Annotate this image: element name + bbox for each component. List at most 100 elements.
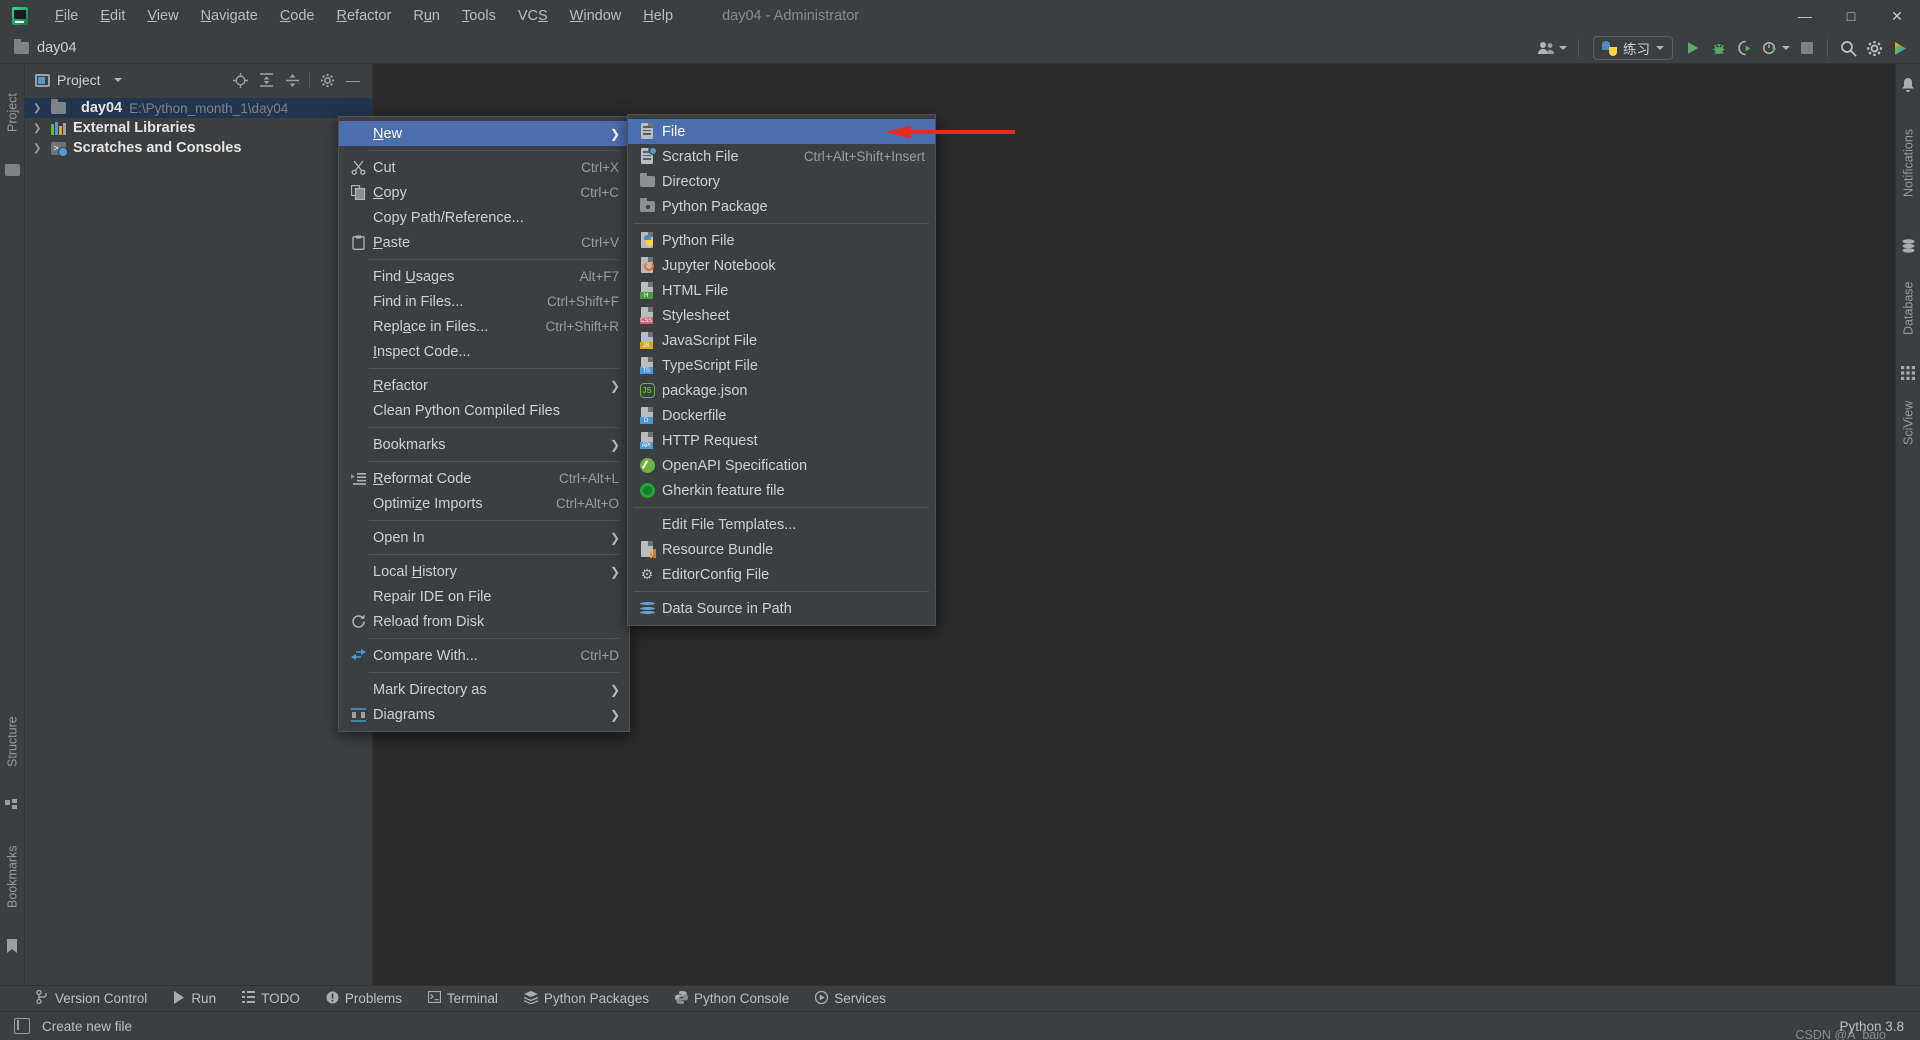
hide-icon[interactable]: —	[342, 69, 364, 91]
new-submenu-item-gherkin-feature-file[interactable]: Gherkin feature file	[628, 478, 935, 503]
context-menu-item-compare-with[interactable]: Compare With... Ctrl+D	[339, 643, 629, 668]
menu-file[interactable]: File	[44, 0, 89, 32]
run-configuration-selector[interactable]: 练习	[1593, 36, 1673, 60]
chevron-right-icon[interactable]: ❯	[33, 143, 41, 154]
new-submenu-item-stylesheet[interactable]: CSS Stylesheet	[628, 303, 935, 328]
new-submenu-item-package-json[interactable]: JS package.json	[628, 378, 935, 403]
minimize-icon[interactable]: —	[1782, 0, 1828, 32]
chevron-right-icon[interactable]: ❯	[33, 123, 41, 134]
expand-all-icon[interactable]	[255, 69, 277, 91]
gear-icon[interactable]	[316, 69, 338, 91]
tool-window-version-control[interactable]: Version Control	[36, 989, 147, 1007]
debug-icon[interactable]	[1707, 36, 1731, 60]
context-menu-item-reformat-code[interactable]: Reformat Code Ctrl+Alt+L	[339, 466, 629, 491]
new-submenu-item-html-file[interactable]: H HTML File	[628, 278, 935, 303]
context-menu[interactable]: New ❯ Cut Ctrl+X Copy Ctrl+C Copy Path/Referen…	[338, 116, 630, 732]
context-menu-item-replace-in-files[interactable]: Replace in Files... Ctrl+Shift+R	[339, 314, 629, 339]
watermark: CSDN @A_baio	[1795, 1028, 1886, 1040]
new-submenu-item-data-source-in-path[interactable]: Data Source in Path	[628, 596, 935, 621]
tool-window-run[interactable]: Run	[173, 990, 216, 1007]
run-with-coverage-icon[interactable]	[1733, 36, 1757, 60]
context-menu-item-paste[interactable]: Paste Ctrl+V	[339, 230, 629, 255]
new-submenu-item-typescript-file[interactable]: TS TypeScript File	[628, 353, 935, 378]
chevron-right-icon[interactable]: ❯	[33, 103, 41, 114]
menu-vcs[interactable]: VCS	[507, 0, 559, 32]
menu-refactor[interactable]: Refactor	[326, 0, 403, 32]
context-menu-item-inspect-code[interactable]: Inspect Code...	[339, 339, 629, 364]
context-menu-item-open-in[interactable]: Open In ❯	[339, 525, 629, 550]
menu-window[interactable]: Window	[559, 0, 633, 32]
profile-icon[interactable]	[1759, 36, 1793, 60]
new-submenu-item-edit-file-templates[interactable]: Edit File Templates...	[628, 512, 935, 537]
context-menu-item-bookmarks[interactable]: Bookmarks ❯	[339, 432, 629, 457]
chevron-down-icon[interactable]	[113, 78, 122, 82]
menu-bar[interactable]: File Edit View Navigate Code Refactor Run Tools…	[44, 0, 684, 32]
tool-window-terminal[interactable]: Terminal	[427, 990, 498, 1006]
context-menu-item-optimize-imports[interactable]: Optimize Imports Ctrl+Alt+O	[339, 491, 629, 516]
new-submenu-item-resource-bundle[interactable]: Resource Bundle	[628, 537, 935, 562]
context-menu-item-find-in-files[interactable]: Find in Files... Ctrl+Shift+F	[339, 289, 629, 314]
sidebar-item-notifications[interactable]: Notifications	[1896, 98, 1920, 228]
context-menu-item-local-history[interactable]: Local History ❯	[339, 559, 629, 584]
menu-help[interactable]: Help	[632, 0, 684, 32]
new-submenu-item-openapi-specification[interactable]: OpenAPI Specification	[628, 453, 935, 478]
context-menu-item-new[interactable]: New ❯	[339, 121, 629, 146]
tool-window-python-console[interactable]: Python Console	[674, 990, 789, 1007]
locate-icon[interactable]	[229, 69, 251, 91]
breadcrumb[interactable]: day04	[14, 38, 77, 56]
close-icon[interactable]: ✕	[1874, 0, 1920, 32]
sidebar-item-database[interactable]: Database	[1896, 260, 1920, 356]
new-submenu-item-dockerfile[interactable]: D Dockerfile	[628, 403, 935, 428]
context-menu-item-repair-ide-on-file[interactable]: Repair IDE on File	[339, 584, 629, 609]
new-submenu-item-python-file[interactable]: Python File	[628, 228, 935, 253]
account-icon[interactable]	[1535, 36, 1570, 60]
new-submenu[interactable]: File Scratch File Ctrl+Alt+Shift+Insert Dir…	[627, 114, 936, 626]
project-tree[interactable]: ❯ day04 E:\Python_month_1\day04 ❯ External L…	[25, 96, 372, 158]
sidebar-item-bookmarks[interactable]: Bookmarks	[0, 824, 25, 929]
new-submenu-item-python-package[interactable]: Python Package	[628, 194, 935, 219]
maximize-icon[interactable]: □	[1828, 0, 1874, 32]
run-icon[interactable]	[1681, 36, 1705, 60]
new-submenu-item-directory[interactable]: Directory	[628, 169, 935, 194]
window-controls[interactable]: — □ ✕	[1782, 0, 1920, 32]
context-menu-item-copy-path-reference[interactable]: Copy Path/Reference...	[339, 205, 629, 230]
collapse-all-icon[interactable]	[281, 69, 303, 91]
tool-window-problems[interactable]: Problems	[326, 991, 402, 1007]
context-menu-item-diagrams[interactable]: Diagrams ❯	[339, 702, 629, 727]
new-submenu-item-javascript-file[interactable]: JS JavaScript File	[628, 328, 935, 353]
new-submenu-item-editorconfig-file[interactable]: ⚙ EditorConfig File	[628, 562, 935, 587]
context-menu-item-clean-python-compiled-files[interactable]: Clean Python Compiled Files	[339, 398, 629, 423]
context-menu-item-cut[interactable]: Cut Ctrl+X	[339, 155, 629, 180]
sidebar-item-sciview-label: SciView	[1901, 400, 1916, 446]
context-menu-item-mark-directory-as[interactable]: Mark Directory as ❯	[339, 677, 629, 702]
stop-icon[interactable]	[1795, 36, 1819, 60]
tool-window-services[interactable]: Services	[815, 990, 886, 1007]
context-menu-item-copy[interactable]: Copy Ctrl+C	[339, 180, 629, 205]
project-panel-title[interactable]: Project	[35, 72, 122, 88]
context-menu-item-refactor[interactable]: Refactor ❯	[339, 373, 629, 398]
tree-node-external-libraries[interactable]: ❯ External Libraries	[25, 118, 372, 138]
context-menu-item-reload-from-disk[interactable]: Reload from Disk	[339, 609, 629, 634]
new-submenu-item-jupyter-notebook[interactable]: Jupyter Notebook	[628, 253, 935, 278]
menu-run[interactable]: Run	[402, 0, 451, 32]
sidebar-item-sciview[interactable]: SciView	[1896, 386, 1920, 460]
tool-window-todo[interactable]: TODO	[242, 991, 300, 1006]
sidebar-item-project[interactable]: Project	[0, 68, 25, 158]
tree-node-scratches-and-consoles[interactable]: ❯ >_ Scratches and Consoles	[25, 138, 372, 158]
new-submenu-item-scratch-file[interactable]: Scratch File Ctrl+Alt+Shift+Insert	[628, 144, 935, 169]
tool-window-bar[interactable]: Version Control Run TODO Problems Terminal Py…	[0, 985, 1920, 1011]
menu-view[interactable]: View	[136, 0, 189, 32]
gear-icon[interactable]	[1862, 36, 1886, 60]
menu-edit[interactable]: Edit	[89, 0, 136, 32]
updates-icon[interactable]	[1888, 36, 1912, 60]
tool-window-python-packages[interactable]: Python Packages	[523, 990, 649, 1007]
menu-code[interactable]: Code	[269, 0, 326, 32]
context-menu-item-find-usages[interactable]: Find Usages Alt+F7	[339, 264, 629, 289]
tree-node-day04[interactable]: ❯ day04 E:\Python_month_1\day04	[25, 98, 372, 118]
search-icon[interactable]	[1836, 36, 1860, 60]
sidebar-item-structure[interactable]: Structure	[0, 694, 25, 789]
menu-navigate[interactable]: Navigate	[190, 0, 269, 32]
paste-icon	[347, 234, 369, 252]
new-submenu-item-http-request[interactable]: API HTTP Request	[628, 428, 935, 453]
menu-tools[interactable]: Tools	[451, 0, 507, 32]
